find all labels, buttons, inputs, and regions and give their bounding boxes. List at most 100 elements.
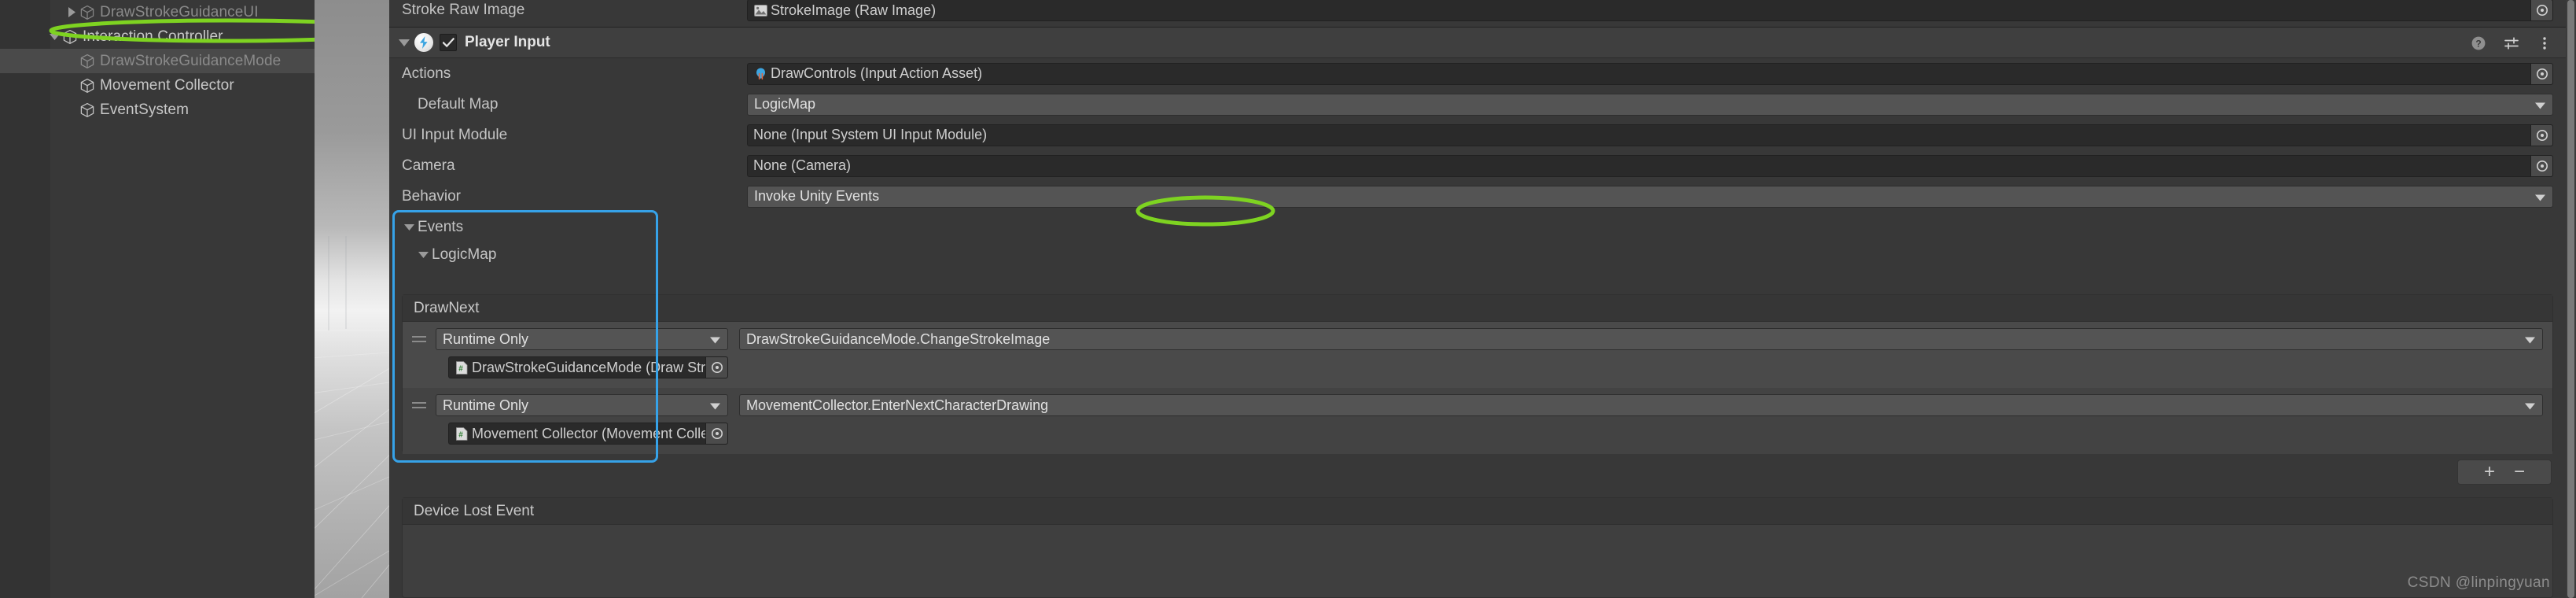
events-foldout-triangle[interactable]	[400, 224, 418, 231]
default-map-label: Default Map	[418, 95, 499, 113]
events-foldout-row[interactable]: Events	[389, 213, 2566, 242]
cs-script-icon: #	[454, 360, 469, 375]
hierarchy-item-2[interactable]: DrawStrokeGuidanceMode	[0, 49, 315, 73]
hierarchy-item-4[interactable]: EventSystem	[0, 98, 315, 122]
foldout-spacer	[64, 98, 79, 122]
listener-target-value: DrawStrokeGuidanceMode (Draw Stroke Guid…	[472, 359, 727, 375]
svg-text:#: #	[458, 364, 463, 373]
gameobject-cube-icon	[79, 53, 96, 70]
hierarchy-item-3[interactable]: Movement Collector	[0, 73, 315, 98]
drag-handle[interactable]	[412, 402, 426, 408]
behavior-value: Invoke Unity Events	[754, 188, 880, 204]
unity-event-entries[interactable]: Runtime Only # DrawStrokeGuidanceMode (Dra…	[403, 322, 2552, 454]
hierarchy-item-label: Interaction Controller	[83, 28, 223, 45]
event-entry-1[interactable]: Runtime Only # Movement Collector (Movemen…	[403, 388, 2552, 454]
device-lost-event-title: Device Lost Event	[403, 498, 2552, 525]
listener-target-object-field-0[interactable]: # DrawStrokeGuidanceMode (Draw Stroke Gui…	[448, 356, 728, 378]
ui-input-module-object-field[interactable]: None (Input System UI Input Module)	[747, 124, 2553, 146]
listener-mode-dropdown-1[interactable]: Runtime Only	[436, 394, 728, 416]
ui-input-module-control[interactable]: None (Input System UI Input Module)	[747, 124, 2553, 146]
component-enabled-checkbox[interactable]	[440, 34, 457, 51]
field-row-camera[interactable]: Camera None (Camera)	[389, 150, 2566, 181]
camera-object-field[interactable]: None (Camera)	[747, 154, 2553, 177]
scene-view-strip[interactable]	[315, 0, 389, 598]
unity-event-panel-device-lost[interactable]: Device Lost Event	[402, 497, 2553, 598]
svg-text:?: ?	[2475, 39, 2481, 50]
behavior-dropdown[interactable]: Invoke Unity Events	[747, 185, 2553, 208]
gameobject-cube-icon	[79, 102, 96, 119]
gameobject-cube-icon	[79, 4, 96, 21]
listener-function-dropdown-0[interactable]: DrawStrokeGuidanceMode.ChangeStrokeImage	[739, 328, 2543, 350]
help-icon[interactable]: ?	[2470, 35, 2487, 52]
listener-target-value: Movement Collector (Movement Collector)	[472, 425, 728, 441]
event-entry-0[interactable]: Runtime Only # DrawStrokeGuidanceMode (Dra…	[403, 322, 2552, 388]
listener-function-value: MovementCollector.EnterNextCharacterDraw…	[746, 397, 1049, 413]
field-row-ui-input-module[interactable]: UI Input Module None (Input System UI Inp…	[389, 120, 2566, 150]
hierarchy-item-1[interactable]: Interaction Controller	[0, 24, 315, 49]
chevron-down-icon[interactable]	[47, 24, 61, 49]
chevron-down-icon	[2535, 188, 2545, 205]
listener-function-dropdown-1[interactable]: MovementCollector.EnterNextCharacterDraw…	[739, 394, 2543, 416]
actions-label: Actions	[402, 65, 451, 82]
remove-listener-button[interactable]: −	[2514, 463, 2525, 482]
watermark: CSDN @linpingyuan	[2407, 574, 2550, 591]
listener-target-object-field-1[interactable]: # Movement Collector (Movement Collector)	[448, 423, 728, 445]
kebab-menu-icon[interactable]	[2536, 35, 2553, 52]
listener-function-value: DrawStrokeGuidanceMode.ChangeStrokeImage	[746, 330, 1051, 347]
field-row-stroke-raw-image[interactable]: Stroke Raw Image StrokeImage (Raw Image)	[389, 0, 2566, 22]
listener-mode-dropdown-0[interactable]: Runtime Only	[436, 328, 728, 350]
object-picker-button[interactable]	[705, 423, 727, 444]
actions-control[interactable]: DrawControls (Input Action Asset)	[747, 62, 2553, 85]
default-map-control[interactable]: LogicMap	[747, 93, 2553, 116]
gameobject-cube-icon	[61, 28, 79, 46]
svg-text:#: #	[458, 430, 463, 439]
camera-value: None (Camera)	[753, 157, 852, 173]
object-picker-button[interactable]	[705, 357, 727, 378]
camera-label: Camera	[402, 157, 455, 174]
stroke-raw-image-object-field[interactable]: StrokeImage (Raw Image)	[747, 0, 2553, 21]
event-add-remove-buttons[interactable]: + −	[2457, 460, 2552, 485]
inspector-scrollbar[interactable]	[2566, 0, 2576, 598]
field-row-behavior[interactable]: Behavior Invoke Unity Events	[389, 181, 2566, 212]
camera-control[interactable]: None (Camera)	[747, 154, 2553, 177]
hierarchy-item-0[interactable]: DrawStrokeGuidanceUI	[0, 0, 315, 24]
component-header-player-input[interactable]: Player Input ?	[389, 27, 2566, 58]
player-input-fields[interactable]: Actions DrawControls (Input Action Asset)…	[389, 58, 2566, 212]
default-map-dropdown[interactable]: LogicMap	[747, 93, 2553, 116]
behavior-control[interactable]: Invoke Unity Events	[747, 185, 2553, 208]
unity-event-title: DrawNext	[403, 295, 2552, 322]
object-picker-button[interactable]	[2530, 155, 2552, 176]
preset-icon[interactable]	[2503, 35, 2520, 52]
chevron-right-icon[interactable]	[64, 0, 79, 24]
field-row-actions[interactable]: Actions DrawControls (Input Action Asset)	[389, 58, 2566, 89]
object-picker-button[interactable]	[2530, 0, 2552, 20]
actions-object-field[interactable]: DrawControls (Input Action Asset)	[747, 62, 2553, 85]
add-listener-button[interactable]: +	[2484, 463, 2495, 482]
foldout-spacer	[64, 49, 79, 73]
stroke-raw-image-label: Stroke Raw Image	[402, 2, 525, 18]
drag-handle[interactable]	[412, 336, 426, 342]
inspector-scrollbar-thumb[interactable]	[2567, 0, 2574, 598]
logicmap-foldout-triangle[interactable]	[414, 252, 432, 258]
inspector-panel[interactable]: Stroke Raw Image StrokeImage (Raw Image)	[389, 0, 2576, 598]
field-row-default-map[interactable]: Default Map LogicMap	[389, 89, 2566, 120]
component-tools[interactable]: ?	[2470, 28, 2553, 59]
hierarchy-item-label: EventSystem	[100, 101, 190, 118]
events-label: Events	[418, 219, 464, 235]
gameobject-cube-icon	[79, 77, 96, 94]
component-foldout-toggle[interactable]	[394, 39, 414, 46]
inspector-content: Stroke Raw Image StrokeImage (Raw Image)	[389, 0, 2566, 598]
object-picker-button[interactable]	[2530, 63, 2552, 84]
stroke-raw-image-control[interactable]: StrokeImage (Raw Image)	[747, 0, 2553, 21]
raw-image-icon	[753, 3, 768, 18]
logicmap-foldout-row[interactable]: LogicMap	[389, 242, 2566, 268]
foldout-spacer	[64, 73, 79, 98]
object-picker-button[interactable]	[2530, 124, 2552, 146]
scene-grid	[315, 236, 389, 598]
hierarchy-panel[interactable]: DrawStrokeGuidanceUI Interaction Controll…	[0, 0, 315, 598]
hierarchy-item-label: DrawStrokeGuidanceMode	[100, 52, 282, 69]
actions-value: DrawControls (Input Action Asset)	[771, 65, 983, 81]
cs-script-icon: #	[454, 426, 469, 441]
hierarchy-list[interactable]: DrawStrokeGuidanceUI Interaction Controll…	[0, 0, 315, 122]
unity-event-panel-drawnext[interactable]: DrawNext Runtime Only # DrawStrokeGuidance…	[402, 294, 2553, 454]
